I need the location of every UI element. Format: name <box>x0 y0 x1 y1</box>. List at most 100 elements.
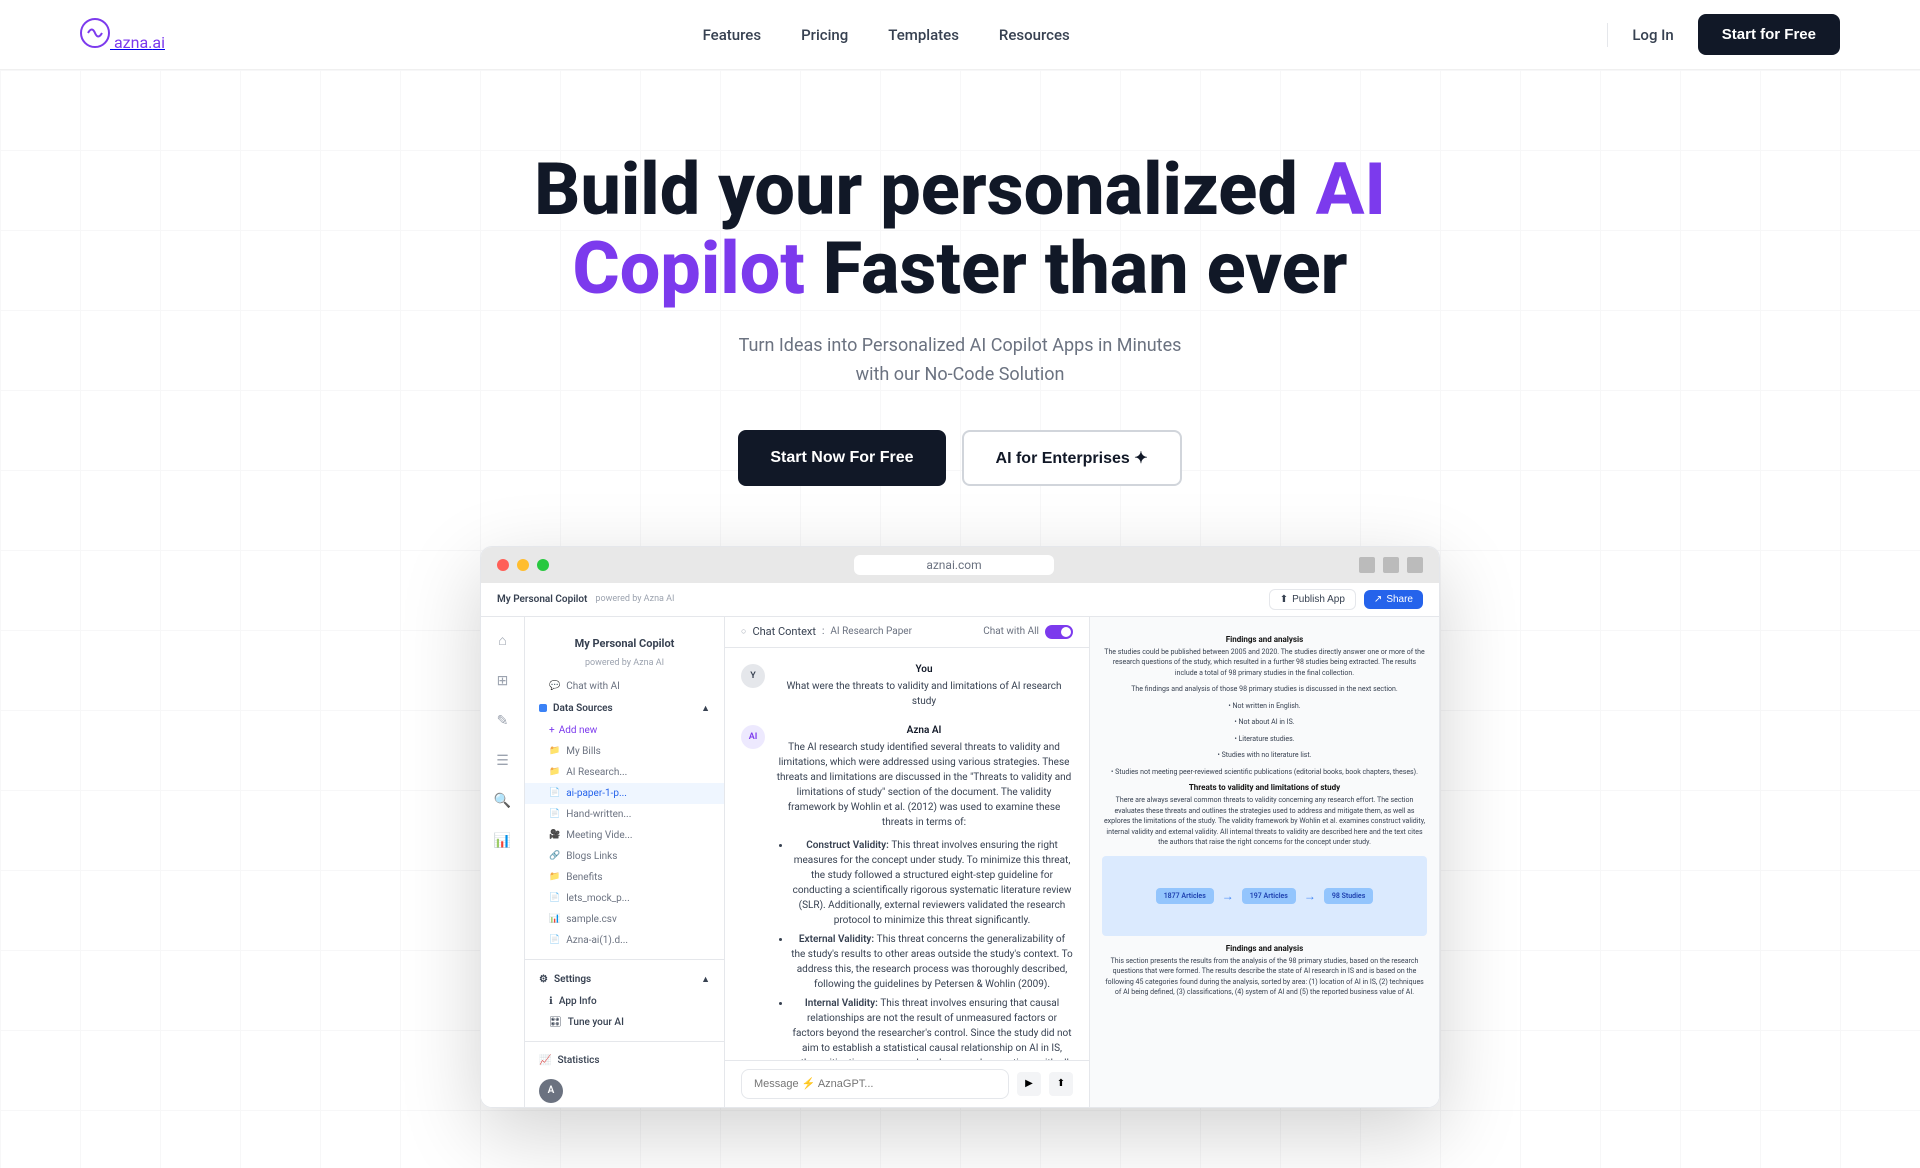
sidebar-item-statistics[interactable]: 📈 Statistics <box>525 1050 724 1071</box>
doc-heading-findings: Findings and analysis <box>1102 944 1427 953</box>
sidebar-item-tune[interactable]: 🎛 Tune your AI <box>525 1012 724 1033</box>
csv-icon: 📊 <box>549 914 560 924</box>
send-button-1[interactable]: ▶ <box>1017 1072 1041 1096</box>
ai-name: Azna AI <box>775 725 1073 736</box>
sidebar-icon-edit[interactable]: ✎ <box>491 709 515 733</box>
folder-icon-3: 📁 <box>549 872 560 882</box>
sidebar-azna-ai[interactable]: 📄 Azna-ai(1).d... <box>525 930 724 951</box>
sidebar-item-chat[interactable]: 💬 Chat with AI <box>525 676 724 697</box>
share-icon: ↗ <box>1374 594 1382 605</box>
doc-heading-threats: Threats to validity and limitations of s… <box>1102 783 1427 792</box>
ai-message: AI Azna AI The AI research study identif… <box>741 725 1073 1060</box>
sidebar-benefits[interactable]: 📁 Benefits <box>525 867 724 888</box>
sidebar-handwritten[interactable]: 📄 Hand-written... <box>525 804 724 825</box>
dot-red <box>497 559 509 571</box>
chat-input-field[interactable] <box>741 1069 1009 1099</box>
chat-with-all-control[interactable]: Chat with All <box>983 625 1073 639</box>
titlebar-actions <box>1359 557 1423 573</box>
circle-icon: ○ <box>741 626 746 637</box>
hero-buttons: Start Now For Free AI for Enterprises ✦ <box>40 430 1880 486</box>
doc-bullet-5: • Studies not meeting peer-reviewed scie… <box>1102 767 1427 778</box>
app-window: aznai.com My Personal Copilot powered by… <box>481 547 1439 1107</box>
chat-context-label: Chat Context <box>752 625 816 638</box>
divider-2 <box>525 1041 724 1042</box>
sidebar-blogs[interactable]: 🔗 Blogs Links <box>525 846 724 867</box>
doc-bullet-1: • Not written in English. <box>1102 701 1427 712</box>
chat-context: ○ Chat Context : AI Research Paper <box>741 625 912 638</box>
data-sources-indicator <box>539 704 547 712</box>
chat-icon: 💬 <box>549 681 560 691</box>
folder-icon-2: 📁 <box>549 767 560 777</box>
share-button[interactable]: ↗ Share <box>1364 590 1423 609</box>
folder-icon: 📁 <box>549 746 560 756</box>
diagram-arrow-1: → <box>1222 889 1234 903</box>
start-now-button[interactable]: Start Now For Free <box>738 430 945 486</box>
logo-text: azna.ai <box>114 33 165 52</box>
stats-icon: 📈 <box>539 1055 551 1066</box>
nav-features[interactable]: Features <box>703 26 761 44</box>
hero-subtitle: Turn Ideas into Personalized AI Copilot … <box>40 332 1880 390</box>
sidebar-icons: ⌂ ⊞ ✎ ☰ 🔍 📊 <box>481 617 525 1107</box>
diagram-box-3: 98 Studies <box>1324 888 1373 904</box>
file-icon-3: 📄 <box>549 893 560 903</box>
file-icon-4: 📄 <box>549 935 560 945</box>
doc-findings-text: This section presents the results from t… <box>1102 956 1427 998</box>
sidebar-icon-chart[interactable]: 📊 <box>491 829 515 853</box>
nav-right: Log In Start for Free <box>1607 14 1840 55</box>
video-icon: 🎥 <box>549 830 560 840</box>
nav-separator <box>1607 23 1608 47</box>
add-new-button[interactable]: + Add new <box>525 720 724 741</box>
user-avatar: A <box>539 1079 563 1103</box>
chat-header: ○ Chat Context : AI Research Paper Chat … <box>725 617 1089 648</box>
send-button-2[interactable]: ⬆ <box>1049 1072 1073 1096</box>
publish-app-button[interactable]: ⬆ Publish App <box>1269 589 1356 610</box>
tune-icon: 🎛 <box>549 1017 562 1028</box>
titlebar-icon-2 <box>1383 557 1399 573</box>
diagram-box-1: 1877 Articles <box>1156 888 1214 904</box>
user-avatar-msg: Y <box>741 664 765 688</box>
enterprise-button[interactable]: AI for Enterprises ✦ <box>962 430 1182 486</box>
doc-title: Findings and analysis <box>1102 635 1427 644</box>
login-link[interactable]: Log In <box>1632 26 1673 44</box>
sidebar-icon-home[interactable]: ⌂ <box>491 629 515 653</box>
logo[interactable]: azna.ai <box>80 18 165 52</box>
chat-with-all-toggle[interactable] <box>1045 625 1073 639</box>
chat-with-all-label: Chat with All <box>983 626 1039 637</box>
context-value-text: AI Research Paper <box>830 626 912 637</box>
nav-pricing[interactable]: Pricing <box>801 26 848 44</box>
user-message: Y You What were the threats to validity … <box>741 664 1073 709</box>
dot-green <box>537 559 549 571</box>
settings-icon: ⚙ <box>539 974 548 985</box>
doc-threats-text: There are always several common threats … <box>1102 795 1427 848</box>
sidebar-meeting[interactable]: 🎥 Meeting Vide... <box>525 825 724 846</box>
info-icon: ℹ <box>549 996 553 1007</box>
file-icon-2: 📄 <box>549 809 560 819</box>
nav-templates[interactable]: Templates <box>888 26 959 44</box>
user-message-text: What were the threats to validity and li… <box>775 679 1073 709</box>
sidebar-ai-paper[interactable]: 📄 ai-paper-1-p... <box>525 783 724 804</box>
sidebar-lets-mock[interactable]: 📄 lets_mock_p... <box>525 888 724 909</box>
chat-messages: Y You What were the threats to validity … <box>725 648 1089 1060</box>
navbar: azna.ai Features Pricing Templates Resou… <box>0 0 1920 70</box>
sidebar-sample-csv[interactable]: 📊 sample.csv <box>525 909 724 930</box>
sidebar-data-sources[interactable]: Data Sources ▲ <box>525 697 724 720</box>
sidebar-icon-grid[interactable]: ⊞ <box>491 669 515 693</box>
right-doc-panel: Findings and analysis The studies could … <box>1089 617 1439 1107</box>
user-message-content: You What were the threats to validity an… <box>775 664 1073 709</box>
doc-diagram: 1877 Articles → 197 Articles → 98 Studie… <box>1102 856 1427 936</box>
titlebar-icon-1 <box>1359 557 1375 573</box>
sidebar-icon-search[interactable]: 🔍 <box>491 789 515 813</box>
app-top-right: ⬆ Publish App ↗ Share <box>1269 589 1423 610</box>
file-icon: 📄 <box>549 788 560 798</box>
sidebar-ai-research[interactable]: 📁 AI Research... <box>525 762 724 783</box>
hero-section: Build your personalized AI Copilot Faste… <box>0 70 1920 1168</box>
app-top-left: My Personal Copilot powered by Azna AI <box>497 594 675 605</box>
sidebar-settings[interactable]: ⚙ Settings ▲ <box>525 968 724 991</box>
sidebar-item-app-info[interactable]: ℹ App Info <box>525 991 724 1012</box>
sidebar-icon-doc[interactable]: ☰ <box>491 749 515 773</box>
sidebar-my-bills[interactable]: 📁 My Bills <box>525 741 724 762</box>
diagram-arrow-2: → <box>1304 889 1316 903</box>
nav-resources[interactable]: Resources <box>999 26 1070 44</box>
doc-text-1: The studies could be published between 2… <box>1102 647 1427 679</box>
start-free-button[interactable]: Start for Free <box>1698 14 1840 55</box>
